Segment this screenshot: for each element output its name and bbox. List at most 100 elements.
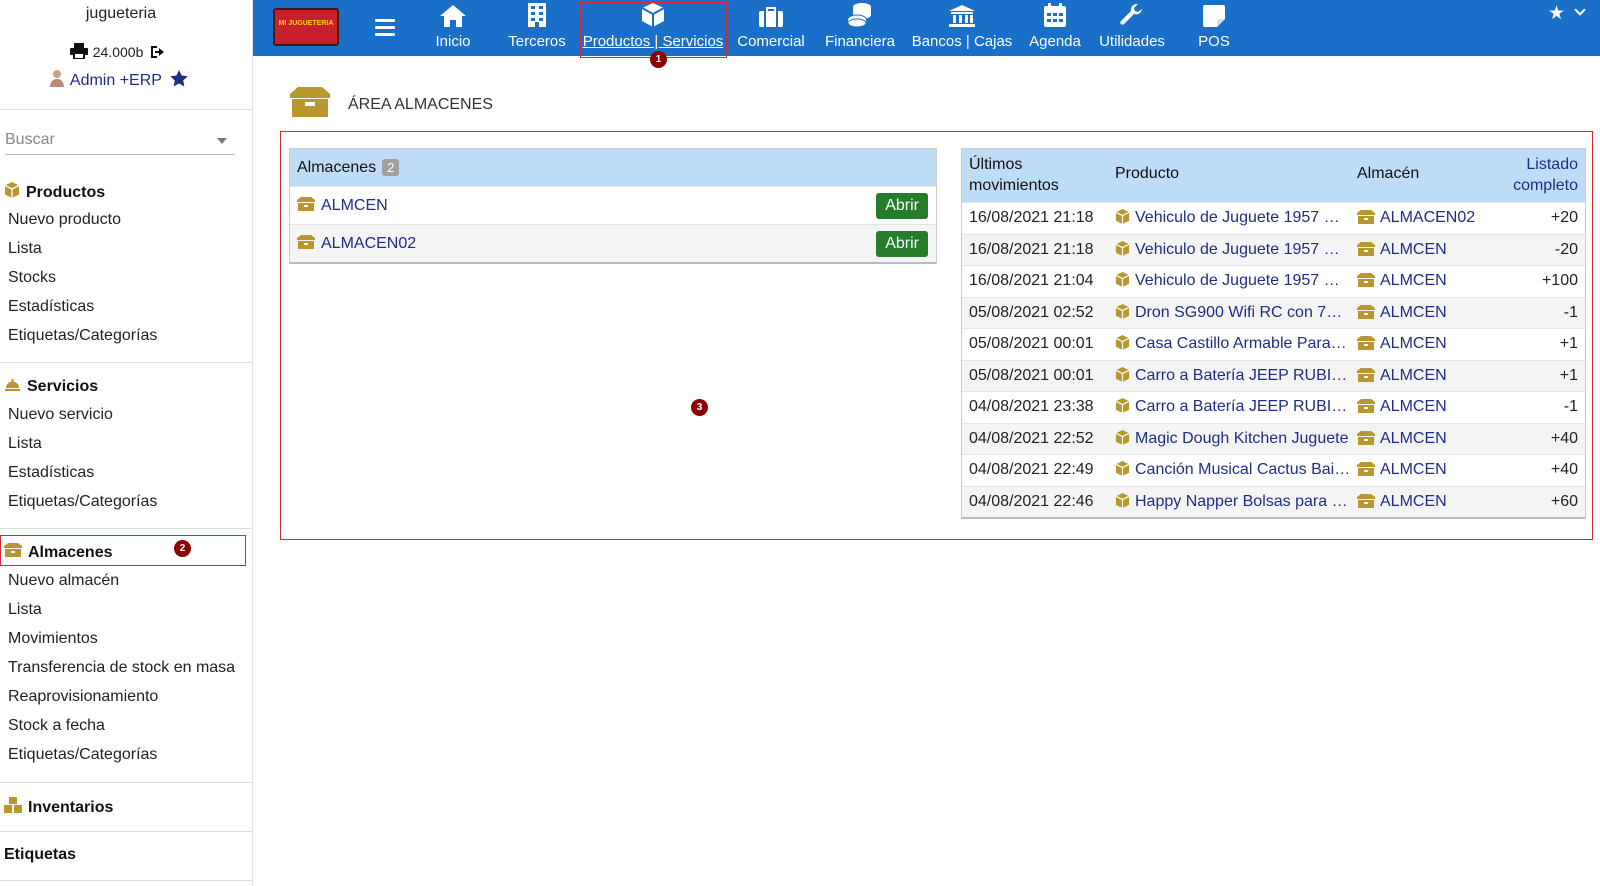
menu-item-nuevo-producto[interactable]: Nuevo producto — [8, 211, 121, 229]
movement-product-link[interactable]: Vehiculo de Juguete 1957 Chevrolet — [1115, 209, 1351, 229]
movement-product-link[interactable]: Magic Dough Kitchen Juguete — [1115, 429, 1351, 450]
movement-warehouse-link[interactable]: ALMACEN02 — [1357, 209, 1475, 229]
balance-value: 24.000b — [92, 44, 144, 60]
movements-table-header: Últimos movimientos Producto Almacén Lis… — [962, 149, 1585, 202]
company-logo[interactable]: MI JUGUETERIA — [273, 8, 339, 46]
menu-item-stocks[interactable]: Stocks — [8, 269, 56, 287]
warehouses-title: Almacenes — [297, 158, 377, 176]
movement-warehouse-link[interactable]: ALMCEN — [1357, 272, 1447, 292]
movement-warehouse-link[interactable]: ALMCEN — [1357, 493, 1447, 513]
movement-product-link[interactable]: Vehiculo de Juguete 1957 Chevrolet — [1115, 240, 1351, 261]
menu-servicios-label: Servicios — [27, 377, 99, 395]
boxes-stack-icon — [4, 797, 22, 818]
logout-icon[interactable] — [151, 45, 167, 62]
user-menu[interactable]: Admin +ERP — [0, 69, 242, 92]
chevron-down-icon[interactable] — [1574, 4, 1586, 16]
movement-product-link[interactable]: Dron SG900 Wifi RC con 720p — [1115, 303, 1351, 324]
open-warehouse-button[interactable]: Abrir — [876, 231, 928, 257]
search-input[interactable]: Buscar — [5, 127, 235, 155]
menu-item-movimientos[interactable]: Movimientos — [8, 630, 98, 648]
nav-financiera[interactable]: Financiera — [818, 0, 902, 56]
movement-date: 04/08/2021 22:49 — [969, 461, 1094, 478]
product-cube-icon — [1115, 335, 1130, 355]
annotation-badge-3: 3 — [691, 399, 708, 416]
favorite-star-icon[interactable] — [170, 70, 188, 92]
menu-item-transferencia-stock[interactable]: Transferencia de stock en masa — [8, 659, 235, 677]
warehouse-row: ALMCEN Abrir — [290, 186, 936, 224]
product-cube-icon — [1115, 209, 1130, 229]
menu-servicios[interactable]: Servicios — [4, 377, 98, 396]
chevron-down-icon[interactable] — [217, 138, 227, 144]
bookmark-star-icon[interactable]: ★ — [1548, 2, 1565, 25]
movement-warehouse-link[interactable]: ALMCEN — [1357, 304, 1447, 324]
movement-product-link[interactable]: Canción Musical Cactus Bailarín — [1115, 461, 1351, 481]
warehouse-box-icon — [1357, 462, 1375, 481]
menu-item-etiquetas-almacenes[interactable]: Etiquetas/Categorías — [8, 746, 157, 764]
printer-icon[interactable] — [69, 43, 88, 62]
warehouse-link[interactable]: ALMCEN — [321, 197, 388, 215]
menu-almacenes[interactable]: Almacenes — [4, 543, 113, 562]
movement-quantity: +20 — [1550, 209, 1578, 226]
calendar-icon — [1022, 0, 1088, 30]
nav-inicio[interactable]: Inicio — [423, 0, 483, 56]
menu-productos[interactable]: Productos — [4, 182, 105, 203]
warehouse-box-icon — [1357, 493, 1375, 513]
movement-product-name: Vehiculo de Juguete 1957 Chevrolet — [1135, 272, 1351, 289]
movement-product-link[interactable]: Carro a Batería JEEP RUBICON — [1115, 398, 1351, 418]
divider — [0, 109, 252, 110]
user-avatar-icon — [49, 69, 65, 92]
movement-row: 16/08/2021 21:18 Vehiculo de Juguete 1957… — [962, 202, 1585, 234]
movement-warehouse-link[interactable]: ALMCEN — [1357, 241, 1447, 261]
annotation-badge-2: 2 — [174, 540, 191, 557]
menu-item-nuevo-servicio[interactable]: Nuevo servicio — [8, 406, 113, 424]
nav-bancos-cajas[interactable]: Bancos | Cajas — [906, 0, 1018, 56]
divider — [0, 528, 252, 529]
movement-product-link[interactable]: Casa Castillo Armable Para Niños — [1115, 335, 1351, 355]
full-list-link[interactable]: Listado completo — [1488, 154, 1578, 196]
menu-item-etiquetas-servicios[interactable]: Etiquetas/Categorías — [8, 493, 157, 511]
movement-warehouse-link[interactable]: ALMCEN — [1357, 398, 1447, 418]
movement-warehouse-link[interactable]: ALMCEN — [1357, 335, 1447, 355]
page-title-text: ÁREA ALMACENES — [348, 95, 493, 113]
top-navigation-bar: MI JUGUETERIA Inicio Terceros Productos … — [253, 0, 1600, 58]
menu-item-reaprovisionamiento[interactable]: Reaprovisionamiento — [8, 688, 158, 706]
movement-quantity: +40 — [1550, 461, 1578, 478]
menu-inventarios[interactable]: Inventarios — [4, 797, 113, 818]
menu-item-lista-productos[interactable]: Lista — [8, 240, 42, 258]
menu-item-stock-a-fecha[interactable]: Stock a fecha — [8, 717, 105, 735]
menu-item-lista-almacenes[interactable]: Lista — [8, 601, 42, 619]
menu-item-lista-servicios[interactable]: Lista — [8, 435, 42, 453]
warehouse-box-icon — [1357, 241, 1375, 261]
movement-product-name: Canción Musical Cactus Bailarín — [1135, 461, 1351, 478]
movement-product-link[interactable]: Vehiculo de Juguete 1957 Chevrolet — [1115, 272, 1351, 292]
movement-warehouse-link[interactable]: ALMCEN — [1357, 367, 1447, 387]
movement-row: 04/08/2021 22:49 Canción Musical Cactus B… — [962, 454, 1585, 486]
nav-pos[interactable]: POS — [1177, 0, 1251, 56]
movements-table-body: 16/08/2021 21:18 Vehiculo de Juguete 1957… — [962, 202, 1585, 517]
menu-item-nuevo-almacen[interactable]: Nuevo almacén — [8, 572, 119, 590]
menu-item-estadisticas-productos[interactable]: Estadísticas — [8, 298, 94, 316]
hamburger-menu-icon[interactable] — [375, 19, 395, 36]
movement-date: 16/08/2021 21:18 — [969, 209, 1094, 226]
nav-comercial[interactable]: Comercial — [729, 0, 813, 56]
col-header-date: Últimos movimientos — [969, 156, 1059, 194]
product-cube-icon — [1115, 492, 1130, 513]
sticky-note-icon — [1177, 0, 1251, 30]
movement-warehouse-link[interactable]: ALMCEN — [1357, 430, 1447, 450]
menu-almacenes-label: Almacenes — [28, 543, 113, 561]
movement-product-link[interactable]: Carro a Batería JEEP RUBICON — [1115, 366, 1351, 387]
movement-warehouse-link[interactable]: ALMCEN — [1357, 461, 1447, 481]
menu-item-estadisticas-servicios[interactable]: Estadísticas — [8, 464, 94, 482]
balance-display[interactable]: 24.000b — [0, 43, 242, 62]
movement-product-link[interactable]: Happy Napper Bolsas para Dormir — [1115, 492, 1351, 513]
sidebar: jugueteria 24.000b Admin +ERP Buscar Pro… — [0, 0, 253, 886]
company-name[interactable]: jugueteria — [0, 5, 242, 23]
nav-utilidades[interactable]: Utilidades — [1092, 0, 1172, 56]
menu-etiquetas[interactable]: Etiquetas — [4, 846, 76, 864]
nav-terceros[interactable]: Terceros — [497, 0, 577, 56]
user-name: Admin +ERP — [69, 72, 162, 89]
warehouse-link[interactable]: ALMACEN02 — [321, 235, 416, 253]
nav-agenda[interactable]: Agenda — [1022, 0, 1088, 56]
menu-item-etiquetas-productos[interactable]: Etiquetas/Categorías — [8, 327, 157, 345]
open-warehouse-button[interactable]: Abrir — [876, 193, 928, 219]
